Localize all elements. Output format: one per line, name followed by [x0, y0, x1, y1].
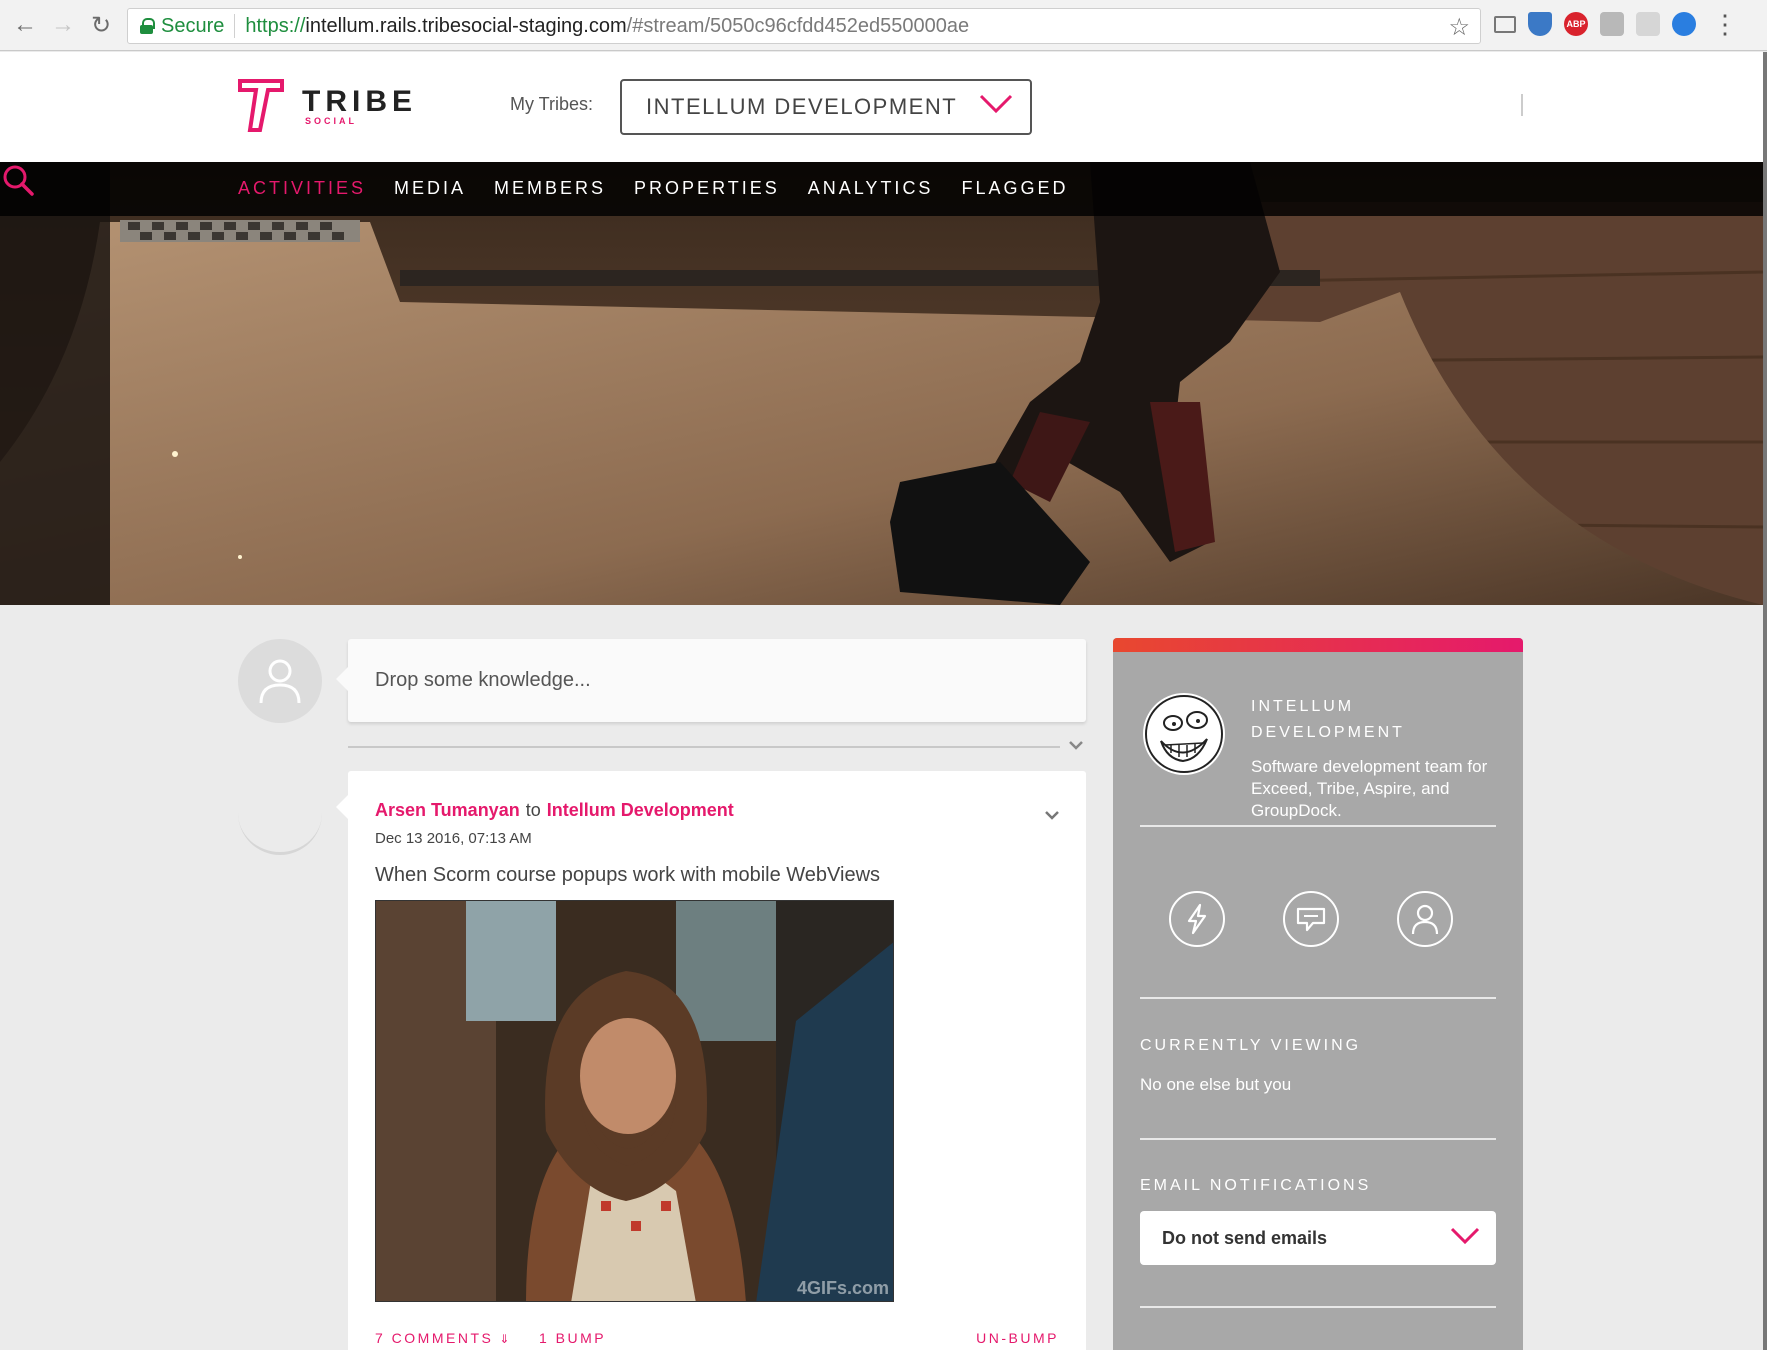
cast-icon[interactable]	[1494, 15, 1516, 33]
secure-label: Secure	[161, 14, 225, 37]
menu-kebab-icon[interactable]: ⋮	[1712, 11, 1738, 37]
nav-analytics[interactable]: ANALYTICS	[808, 178, 934, 199]
extensions-bar: ABP ⋮	[1494, 11, 1738, 37]
tribe-select[interactable]: INTELLUM DEVELOPMENT	[620, 79, 1032, 135]
user-icon	[259, 659, 301, 704]
reload-icon[interactable]: ↻	[82, 6, 120, 44]
email-notifications-select[interactable]: Do not send emails	[1140, 1211, 1496, 1265]
image-watermark: 4GIFs.com	[796, 1278, 889, 1298]
chevron-down-icon	[1450, 1227, 1480, 1245]
post-image[interactable]: 4GIFs.com	[375, 900, 894, 1302]
hero-banner: ACTIVITIES MEDIA MEMBERS PROPERTIES ANAL…	[0, 162, 1763, 605]
tribe-select-value: INTELLUM DEVELOPMENT	[646, 94, 958, 119]
chevron-down-icon	[979, 94, 1013, 114]
double-chevron-down-icon: ⇓	[499, 1332, 512, 1346]
comments-link[interactable]: 7 COMMENTS ⇓	[375, 1330, 512, 1346]
feed-divider	[348, 746, 1060, 748]
url-scheme: https://	[245, 14, 306, 37]
search-icon[interactable]	[0, 162, 36, 198]
post-header: Arsen Tumanyan to Intellum Development	[375, 800, 734, 821]
bookmark-star-icon[interactable]: ☆	[1448, 13, 1470, 42]
post-target-link[interactable]: Intellum Development	[547, 800, 734, 820]
rage-face-icon	[1145, 695, 1223, 773]
shield-icon[interactable]	[1528, 12, 1552, 36]
tribe-logo-icon[interactable]	[238, 78, 286, 134]
url-host: intellum.rails.tribesocial-staging.com	[305, 14, 627, 37]
sidebar-icon-row	[1169, 891, 1453, 947]
feed-filter-chevron-icon[interactable]	[1068, 739, 1084, 751]
window-edge	[1763, 52, 1767, 1350]
sidebar-divider	[1140, 1138, 1496, 1140]
nav-properties[interactable]: PROPERTIES	[634, 178, 780, 199]
post-composer-input[interactable]: Drop some knowledge...	[336, 639, 1086, 722]
lightning-icon[interactable]	[1169, 891, 1225, 947]
forward-icon[interactable]: →	[44, 6, 82, 44]
sidebar-divider	[1140, 1306, 1496, 1308]
address-bar[interactable]: Secure https://intellum.rails.tribesocia…	[127, 8, 1481, 44]
currently-viewing-heading: CURRENTLY VIEWING	[1140, 1037, 1362, 1054]
folder-icon[interactable]	[1600, 12, 1624, 36]
activity-post: Arsen Tumanyan to Intellum Development Dec…	[336, 771, 1086, 1350]
bump-count[interactable]: 1 BUMP	[539, 1330, 606, 1346]
logo-subtext: SOCIAL	[305, 116, 358, 126]
header-divider	[1521, 94, 1523, 116]
tribe-name: INTELLUM DEVELOPMENT	[1251, 698, 1405, 741]
nav-media[interactable]: MEDIA	[394, 178, 466, 199]
comments-label: 7 COMMENTS	[375, 1330, 494, 1346]
nav-items: ACTIVITIES MEDIA MEMBERS PROPERTIES ANAL…	[238, 178, 1096, 199]
my-tribes-label: My Tribes:	[510, 94, 594, 114]
post-date: Dec 13 2016, 07:13 AM	[375, 830, 532, 847]
tribe-avatar	[1143, 693, 1225, 775]
sidebar-divider	[1140, 825, 1496, 827]
post-author-avatar[interactable]	[238, 771, 322, 855]
lock-icon	[140, 18, 155, 34]
user-avatar	[238, 639, 322, 723]
post-author-link[interactable]: Arsen Tumanyan	[375, 800, 520, 820]
post-options-chevron-icon[interactable]	[1044, 809, 1060, 821]
chat-bubble-icon[interactable]	[1283, 891, 1339, 947]
adblock-icon[interactable]: ABP	[1564, 12, 1588, 36]
back-icon[interactable]: ←	[6, 6, 44, 44]
email-notifications-value: Do not send emails	[1162, 1227, 1328, 1248]
email-notifications-heading: EMAIL NOTIFICATIONS	[1140, 1177, 1372, 1194]
nav-activities[interactable]: ACTIVITIES	[238, 178, 366, 199]
tribe-sidebar: INTELLUM DEVELOPMENT Software developmen…	[1113, 638, 1523, 1350]
tribe-description: Software development team for Exceed, Tr…	[1251, 757, 1488, 820]
hero-image	[0, 162, 1763, 605]
top-nav: ACTIVITIES MEDIA MEMBERS PROPERTIES ANAL…	[0, 162, 1763, 216]
post-to-word: to	[525, 800, 541, 820]
nav-flagged[interactable]: FLAGGED	[961, 178, 1068, 199]
post-image-art	[376, 901, 893, 1301]
browser-toolbar: ← → ↻ Secure https://intellum.rails.trib…	[0, 0, 1767, 51]
site-header: TRIBE SOCIAL My Tribes: INTELLUM DEVELOP…	[0, 52, 1767, 162]
extension-icon[interactable]	[1672, 12, 1696, 36]
nav-members[interactable]: MEMBERS	[494, 178, 606, 199]
url-path: /#stream/5050c96cfdd452ed550000ae	[626, 14, 970, 37]
sidebar-accent-bar	[1113, 638, 1523, 652]
post-text: When Scorm course popups work with mobil…	[375, 864, 881, 886]
sidebar-divider	[1140, 997, 1496, 999]
unbump-button[interactable]: UN-BUMP	[976, 1330, 1059, 1346]
currently-viewing-text: No one else but you	[1140, 1075, 1292, 1094]
url-separator	[234, 14, 236, 38]
logo-text[interactable]: TRIBE	[302, 85, 417, 119]
member-icon[interactable]	[1397, 891, 1453, 947]
tab-icon[interactable]	[1636, 12, 1660, 36]
